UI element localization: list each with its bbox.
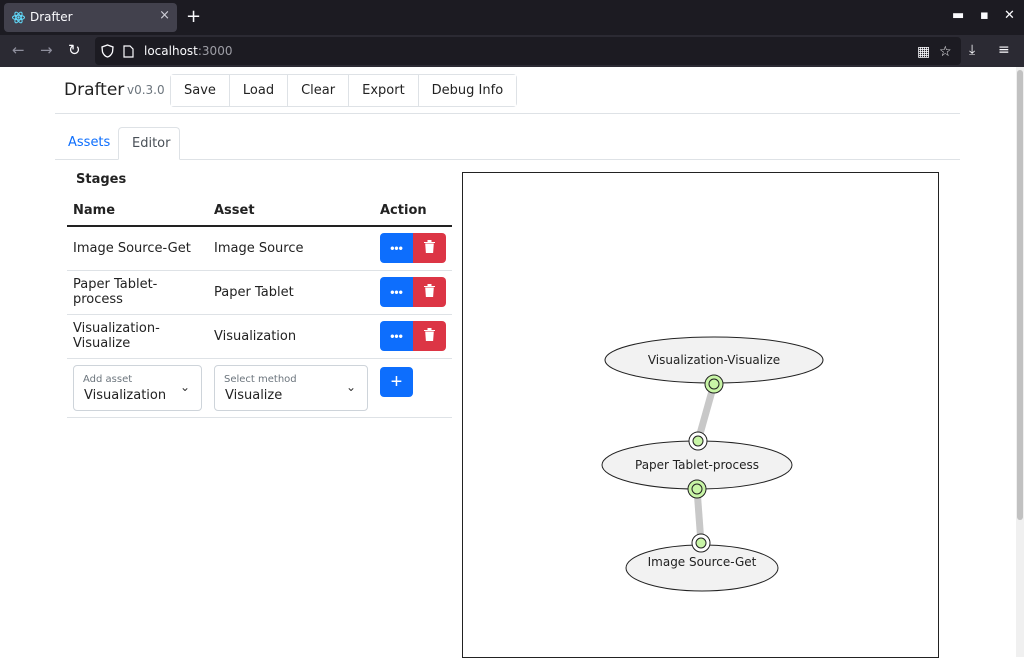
debug-info-button[interactable]: Debug Info xyxy=(418,75,517,106)
url-bar[interactable]: localhost:3000 ▦ ☆ xyxy=(95,37,961,65)
stage-asset: Paper Tablet xyxy=(208,270,374,315)
row-actions: ••• xyxy=(380,277,446,307)
stage-name: Image Source-Get xyxy=(67,226,208,271)
graph-node-label: Image Source-Get xyxy=(648,555,757,569)
browser-tab-title: Drafter xyxy=(30,10,73,24)
select-method-select[interactable]: Select method Visualize ⌄ xyxy=(214,364,368,411)
table-row: Image Source-Get Image Source ••• xyxy=(67,226,452,271)
page-icon xyxy=(123,45,134,58)
stage-name: Visualization-Visualize xyxy=(67,314,208,359)
brand-title: Drafter xyxy=(64,80,125,100)
shield-icon[interactable] xyxy=(101,44,114,58)
browser-nav-bar: ← → ↻ localhost:3000 ▦ ☆ ⤓ ≡ xyxy=(0,35,1024,67)
stages-heading: Stages xyxy=(76,172,127,187)
tab-editor[interactable]: Editor xyxy=(118,127,180,160)
extensions-icon[interactable]: ▦ xyxy=(917,44,930,60)
browser-tab[interactable]: Drafter × xyxy=(4,3,177,32)
new-tab-button[interactable]: + xyxy=(186,6,201,27)
trash-icon xyxy=(424,240,435,254)
stages-table: Name Asset Action Image Source-Get Image… xyxy=(67,196,452,418)
more-options-button[interactable]: ••• xyxy=(380,233,413,264)
stage-asset: Image Source xyxy=(208,226,374,271)
stage-asset: Visualization xyxy=(208,314,374,359)
column-header-name: Name xyxy=(67,196,208,227)
save-button[interactable]: Save xyxy=(171,75,230,106)
bookmark-star-icon[interactable]: ☆ xyxy=(939,44,952,60)
output-port[interactable] xyxy=(704,374,724,394)
menu-icon[interactable]: ≡ xyxy=(998,42,1010,58)
reload-icon[interactable]: ↻ xyxy=(68,41,81,59)
add-asset-value: Visualization xyxy=(84,387,167,403)
scrollbar-thumb[interactable] xyxy=(1017,70,1023,520)
graph-node-label: Paper Tablet-process xyxy=(635,458,759,472)
pipeline-graph[interactable]: Visualization-Visualize Paper Tablet-pro… xyxy=(462,172,939,658)
table-row: Visualization-Visualize Visualization ••… xyxy=(67,314,452,359)
back-icon[interactable]: ← xyxy=(12,41,25,59)
tab-close-icon[interactable]: × xyxy=(159,8,170,23)
column-header-asset: Asset xyxy=(208,196,374,227)
forward-icon[interactable]: → xyxy=(40,41,53,59)
maximize-icon[interactable]: ▪ xyxy=(980,8,989,23)
tabs-divider xyxy=(55,159,960,160)
download-icon[interactable]: ⤓ xyxy=(969,42,975,58)
add-asset-label: Add asset xyxy=(83,373,133,385)
export-button[interactable]: Export xyxy=(349,75,419,106)
delete-button[interactable] xyxy=(413,277,446,307)
load-button[interactable]: Load xyxy=(229,75,289,106)
tab-assets[interactable]: Assets xyxy=(55,127,123,160)
graph-svg: Visualization-Visualize Paper Tablet-pro… xyxy=(601,336,824,592)
add-asset-select[interactable]: Add asset Visualization ⌄ xyxy=(73,364,202,411)
stage-name: Paper Tablet-process xyxy=(67,270,208,315)
header-divider xyxy=(55,113,960,114)
url-text[interactable]: localhost:3000 xyxy=(144,44,232,58)
select-method-label: Select method xyxy=(224,373,297,385)
close-window-icon[interactable]: ✕ xyxy=(1004,8,1015,23)
clear-button[interactable]: Clear xyxy=(288,75,350,106)
react-favicon-icon xyxy=(12,11,25,24)
column-header-action: Action xyxy=(374,196,452,227)
table-row: Paper Tablet-process Paper Tablet ••• xyxy=(67,270,452,315)
add-stage-button[interactable]: + xyxy=(380,366,413,397)
chevron-down-icon: ⌄ xyxy=(179,379,190,394)
input-port[interactable] xyxy=(688,431,708,451)
more-options-button[interactable]: ••• xyxy=(380,321,413,351)
more-options-button[interactable]: ••• xyxy=(380,277,413,307)
row-actions: ••• xyxy=(380,233,446,264)
delete-button[interactable] xyxy=(413,233,446,264)
graph-node-label: Visualization-Visualize xyxy=(648,353,780,367)
select-method-value: Visualize xyxy=(225,387,283,403)
url-host: localhost xyxy=(144,44,198,58)
chevron-down-icon: ⌄ xyxy=(345,379,356,394)
trash-icon xyxy=(424,284,435,297)
row-actions: ••• xyxy=(380,321,446,351)
add-stage-row: Add asset Visualization ⌄ Select method … xyxy=(67,358,452,418)
input-port[interactable] xyxy=(691,533,711,553)
minimize-icon[interactable]: ▬ xyxy=(952,8,964,23)
version-label: v0.3.0 xyxy=(127,83,165,97)
url-port: :3000 xyxy=(197,44,233,58)
trash-icon xyxy=(424,328,435,341)
delete-button[interactable] xyxy=(413,321,446,351)
browser-tab-bar: Drafter × + ▬ ▪ ✕ xyxy=(0,0,1024,35)
toolbar: Save Load Clear Export Debug Info xyxy=(170,74,518,107)
output-port[interactable] xyxy=(687,479,707,499)
